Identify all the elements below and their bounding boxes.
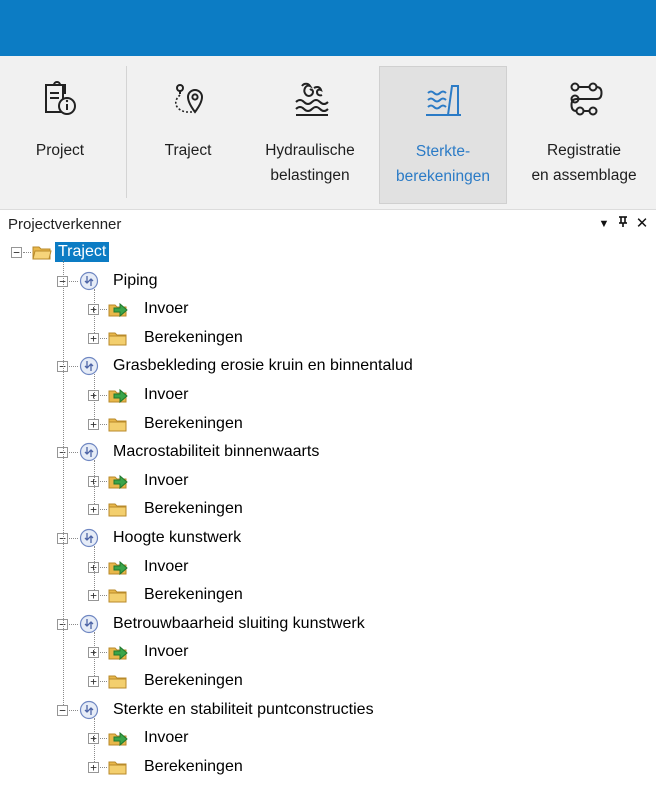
tree-connector <box>23 252 31 253</box>
child-label[interactable]: Berekeningen <box>144 671 243 691</box>
child-label[interactable]: Invoer <box>144 728 188 748</box>
tree-connector <box>94 631 95 676</box>
tree-connector <box>69 366 78 368</box>
failure-mechanism-icon <box>79 528 99 548</box>
failure-mechanism-icon <box>79 700 99 720</box>
failure-mechanism-icon <box>79 271 99 291</box>
waves-icon <box>250 80 370 118</box>
tree-connector <box>69 452 78 454</box>
child-label[interactable]: Berekeningen <box>144 757 243 777</box>
title-bar <box>0 0 656 56</box>
expand-icon[interactable]: + <box>88 504 99 516</box>
ribbon-separator <box>126 66 127 198</box>
tree-connector <box>100 509 107 511</box>
route-pin-icon <box>138 80 238 118</box>
input-folder-icon <box>108 385 130 405</box>
ribbon-button-sterkte-berekeningen[interactable]: Sterkte- berekeningen <box>379 66 507 204</box>
tree-connector <box>100 595 107 597</box>
folder-icon <box>108 499 130 519</box>
mechanism-label[interactable]: Macrostabiliteit binnenwaarts <box>113 442 319 462</box>
folder-icon <box>108 757 130 777</box>
tree-connector <box>69 538 78 539</box>
project-explorer-header: Projectverkenner ▼ ✕ <box>0 210 656 238</box>
tree-connector <box>100 423 107 425</box>
input-folder-icon <box>108 299 130 319</box>
child-label[interactable]: Berekeningen <box>144 585 243 605</box>
ribbon-button-traject[interactable]: Traject <box>138 66 238 206</box>
ribbon-button-registratie-assemblage[interactable]: Registratie en assemblage <box>516 66 652 206</box>
tree-connector <box>100 337 107 339</box>
folder-open-icon <box>32 242 52 262</box>
tree-connector <box>100 395 107 396</box>
close-icon[interactable]: ✕ <box>634 214 650 232</box>
failure-mechanism-icon <box>79 442 99 462</box>
tree-connector <box>94 288 95 333</box>
ribbon-button-hydraulische-belastingen[interactable]: Hydraulische belastingen <box>250 66 370 206</box>
collapse-icon[interactable]: − <box>57 704 68 716</box>
input-folder-icon <box>108 471 130 491</box>
expand-icon[interactable]: + <box>88 761 99 773</box>
flow-nodes-icon <box>516 80 652 118</box>
folder-icon <box>108 328 130 348</box>
input-folder-icon <box>108 728 130 748</box>
expand-icon[interactable]: + <box>88 418 99 430</box>
tree-connector <box>94 460 95 505</box>
child-label[interactable]: Invoer <box>144 385 188 405</box>
tree-connector <box>100 681 107 682</box>
folder-icon <box>108 585 130 605</box>
pin-glyph-icon <box>619 216 627 227</box>
folder-icon <box>108 671 130 691</box>
tree-connector <box>100 766 107 768</box>
tree-connector <box>69 623 78 625</box>
mechanism-label[interactable]: Piping <box>113 271 157 291</box>
tree-connector <box>100 566 107 568</box>
tree-connector <box>100 309 107 311</box>
project-info-icon <box>10 80 110 118</box>
ribbon-button-label: Registratie en assemblage <box>531 142 637 184</box>
child-label[interactable]: Berekeningen <box>144 499 243 519</box>
ribbon-button-label: Hydraulische belastingen <box>265 142 355 184</box>
child-label[interactable]: Invoer <box>144 642 188 662</box>
failure-mechanism-icon <box>79 614 99 634</box>
child-label[interactable]: Invoer <box>144 557 188 577</box>
input-folder-icon <box>108 642 130 662</box>
ribbon-button-label: Traject <box>164 142 212 159</box>
tree-connector <box>69 280 78 282</box>
ribbon-button-label: Sterkte- berekeningen <box>396 143 490 185</box>
dike-waves-icon <box>380 81 506 119</box>
child-label[interactable]: Berekeningen <box>144 328 243 348</box>
tree-connector <box>100 652 107 654</box>
expand-icon[interactable]: + <box>88 332 99 344</box>
mechanism-label[interactable]: Betrouwbaarheid sluiting kunstwerk <box>113 614 365 634</box>
tree-connector <box>94 546 95 591</box>
pin-icon[interactable] <box>615 214 631 232</box>
mechanism-label[interactable]: Grasbekleding erosie kruin en binnentalu… <box>113 356 413 376</box>
tree-connector <box>100 480 107 482</box>
tree-connector <box>94 717 95 762</box>
child-label[interactable]: Invoer <box>144 299 188 319</box>
tree-connector <box>63 260 64 705</box>
expand-icon[interactable]: + <box>88 590 99 602</box>
failure-mechanism-icon <box>79 356 99 376</box>
ribbon-button-project[interactable]: Project <box>10 66 110 206</box>
mechanism-label[interactable]: Hoogte kunstwerk <box>113 528 241 548</box>
input-folder-icon <box>108 557 130 577</box>
child-label[interactable]: Invoer <box>144 471 188 491</box>
tree-connector <box>94 374 95 419</box>
folder-icon <box>108 414 130 434</box>
mechanism-label[interactable]: Sterkte en stabiliteit puntconstructies <box>113 700 374 720</box>
tree-connector <box>100 738 107 740</box>
expand-icon[interactable]: + <box>88 676 99 687</box>
ribbon-button-label: Project <box>35 142 85 159</box>
collapse-icon[interactable]: − <box>11 247 22 258</box>
tree-connector <box>69 709 78 711</box>
panel-title: Projectverkenner <box>8 216 122 233</box>
dropdown-icon[interactable]: ▼ <box>596 218 612 230</box>
ribbon: Project Traject Hydraulische belastingen… <box>0 56 656 210</box>
child-label[interactable]: Berekeningen <box>144 414 243 434</box>
tree-root-label[interactable]: Traject <box>55 242 110 262</box>
